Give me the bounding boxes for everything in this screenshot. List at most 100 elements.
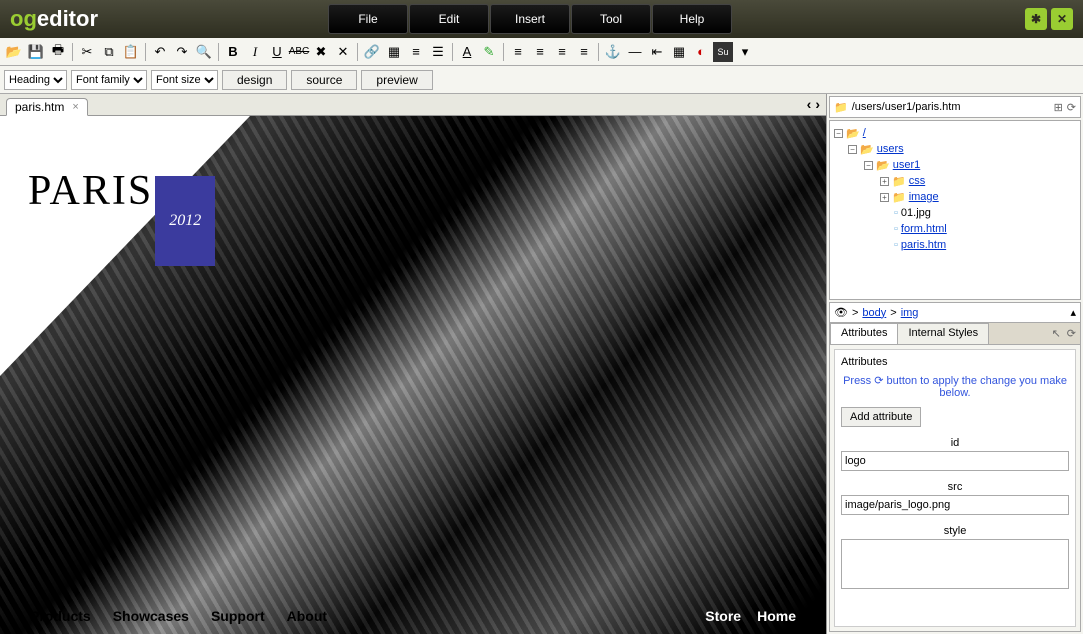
expand-icon[interactable]: + (880, 193, 889, 202)
anchor-icon[interactable]: ⚓ (603, 42, 623, 62)
redo-icon[interactable]: ↷ (172, 42, 192, 62)
hr-icon[interactable]: — (625, 42, 645, 62)
font-size-select[interactable]: Font size (151, 70, 218, 90)
folder-icon: 📁 (892, 191, 906, 204)
collapse-icon[interactable]: − (864, 161, 873, 170)
view-design-button[interactable]: design (222, 70, 287, 90)
tree-css[interactable]: css (909, 175, 926, 187)
folder-open-icon: 📂 (860, 143, 874, 156)
italic-icon[interactable]: I (245, 42, 265, 62)
design-canvas[interactable]: PARIS 2012 Products Showcases Support Ab… (0, 116, 826, 634)
indent-icon[interactable]: ⇤ (647, 42, 667, 62)
menu-insert[interactable]: Insert (490, 4, 570, 34)
src-input[interactable] (841, 495, 1069, 515)
align-right-icon[interactable]: ≡ (552, 42, 572, 62)
nav-showcases[interactable]: Showcases (113, 608, 189, 624)
id-label: id (841, 437, 1069, 449)
bold-icon[interactable]: B (223, 42, 243, 62)
nav-store[interactable]: Store (705, 608, 741, 624)
app-logo: ogeditor (10, 6, 98, 32)
nav-about[interactable]: About (287, 608, 327, 624)
menu-tool[interactable]: Tool (571, 4, 651, 34)
collapse-icon[interactable]: − (834, 129, 843, 138)
undo-icon[interactable]: ↶ (150, 42, 170, 62)
style-input[interactable] (841, 539, 1069, 589)
refresh-icon[interactable]: ⟳ (1067, 101, 1076, 114)
cut-icon[interactable]: ✂ (77, 42, 97, 62)
file-icon: ▫ (894, 223, 898, 235)
menu-file[interactable]: File (328, 4, 408, 34)
nav-support[interactable]: Support (211, 608, 265, 624)
file-icon: ▫ (894, 207, 898, 219)
toggle-icon[interactable]: ◐ (691, 42, 711, 62)
collapse-icon[interactable]: − (848, 145, 857, 154)
ordered-list-icon[interactable]: ≡ (406, 42, 426, 62)
paste-icon[interactable]: 📋 (121, 42, 141, 62)
tree-file-paris[interactable]: paris.htm (901, 239, 946, 251)
underline-icon[interactable]: U (267, 42, 287, 62)
style-label: style (841, 525, 1069, 537)
align-justify-icon[interactable]: ≡ (574, 42, 594, 62)
tab-prev-icon[interactable]: ‹ (807, 96, 812, 112)
view-preview-button[interactable]: preview (361, 70, 432, 90)
heading-select[interactable]: Heading (4, 70, 67, 90)
save-icon[interactable]: 💾 (26, 42, 46, 62)
grid-icon[interactable]: ▦ (669, 42, 689, 62)
tab-internal-styles[interactable]: Internal Styles (897, 323, 989, 344)
eye-icon[interactable]: 👁 (834, 306, 848, 319)
menu-help[interactable]: Help (652, 4, 732, 34)
sub-icon[interactable]: Su (713, 42, 733, 62)
tree-file-form[interactable]: form.html (901, 223, 947, 235)
copy-icon[interactable]: ⧉ (99, 42, 119, 62)
text-color-icon[interactable]: A (457, 42, 477, 62)
breadcrumb-img[interactable]: img (901, 307, 919, 319)
tree-user1[interactable]: user1 (893, 159, 921, 171)
nav-home[interactable]: Home (757, 608, 796, 624)
tab-next-icon[interactable]: › (815, 96, 820, 112)
logo-text: PARIS (28, 167, 153, 215)
document-tab[interactable]: paris.htm × (6, 98, 88, 116)
file-icon: ▫ (894, 239, 898, 251)
tree-root[interactable]: / (863, 127, 866, 139)
chevron-down-icon[interactable]: ▾ (735, 42, 755, 62)
tree-users[interactable]: users (877, 143, 904, 155)
tab-close-icon[interactable]: × (72, 101, 78, 113)
view-source-button[interactable]: source (291, 70, 357, 90)
add-attribute-button[interactable]: Add attribute (841, 407, 921, 427)
print-icon[interactable]: 🖶 (48, 42, 68, 62)
remove-format-icon[interactable]: ✖ (311, 42, 331, 62)
table-icon[interactable]: ▦ (384, 42, 404, 62)
tab-attributes[interactable]: Attributes (830, 323, 898, 344)
link-icon[interactable]: 🔗 (362, 42, 382, 62)
strike-icon[interactable]: ABC (289, 42, 309, 62)
tree-image[interactable]: image (909, 191, 939, 203)
folder-icon: 📁 (834, 101, 848, 114)
align-left-icon[interactable]: ≡ (508, 42, 528, 62)
apply-icon[interactable]: ⟳ (1067, 327, 1076, 340)
breadcrumb-body[interactable]: body (862, 307, 886, 319)
menu-edit[interactable]: Edit (409, 4, 489, 34)
logo-year-badge: 2012 (155, 176, 215, 266)
folder-icon: 📁 (892, 175, 906, 188)
expand-icon[interactable]: ⊞ (1054, 101, 1063, 114)
cursor-icon[interactable]: ↖ (1052, 327, 1061, 340)
page-logo[interactable]: PARIS 2012 (28, 146, 215, 236)
find-icon[interactable]: 🔍 (194, 42, 214, 62)
nav-products[interactable]: Products (30, 608, 91, 624)
unordered-list-icon[interactable]: ☰ (428, 42, 448, 62)
tree-file-01[interactable]: 01.jpg (901, 207, 931, 219)
close-icon[interactable]: ✕ (1051, 8, 1073, 30)
file-path-bar: 📁 /users/user1/paris.htm ⊞ ⟳ (829, 96, 1081, 118)
align-center-icon[interactable]: ≡ (530, 42, 550, 62)
highlight-icon[interactable]: ✎ (479, 42, 499, 62)
caret-icon[interactable]: ▴ (1070, 306, 1076, 319)
clear-icon[interactable]: ✕ (333, 42, 353, 62)
settings-icon[interactable]: ✱ (1025, 8, 1047, 30)
folder-open-icon: 📂 (876, 159, 890, 172)
file-tree[interactable]: −📂/ −📂users −📂user1 +📁css +📁image ▫01.jp… (829, 120, 1081, 300)
expand-icon[interactable]: + (880, 177, 889, 186)
id-input[interactable] (841, 451, 1069, 471)
open-icon[interactable]: 📂 (4, 42, 24, 62)
site-nav: Products Showcases Support About Store H… (30, 608, 796, 624)
font-family-select[interactable]: Font family (71, 70, 147, 90)
